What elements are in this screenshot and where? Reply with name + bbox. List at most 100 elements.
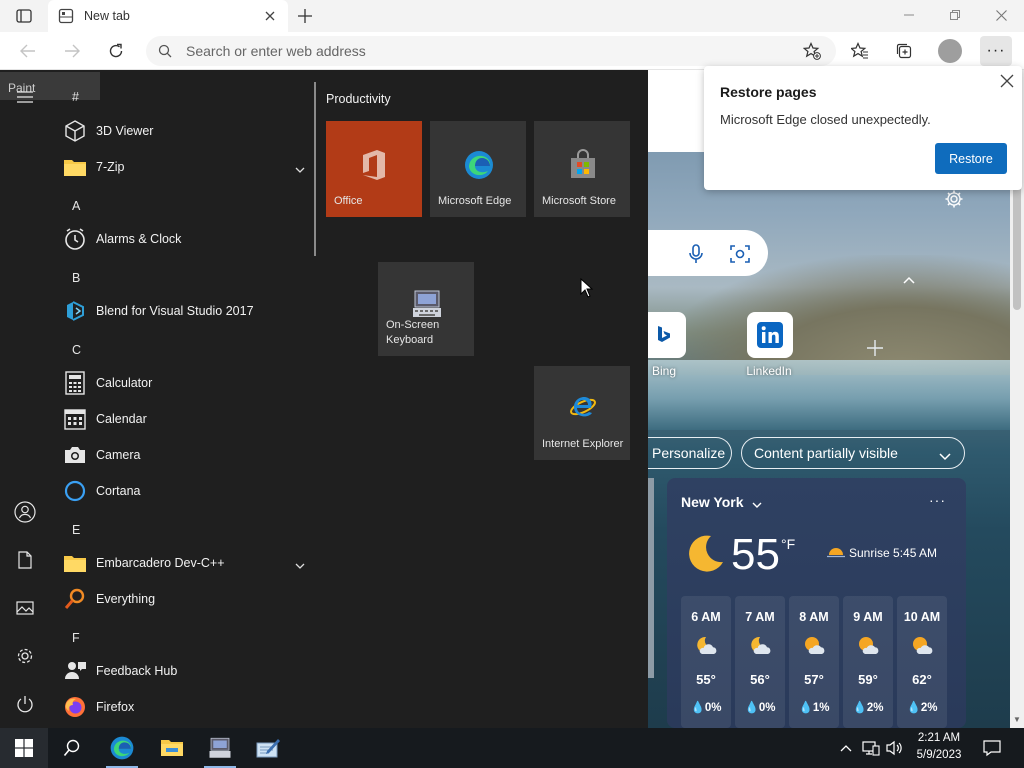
volume-icon[interactable] (884, 728, 906, 768)
taskbar-edge-icon[interactable] (100, 728, 144, 768)
app-label: Cortana (96, 484, 141, 498)
app-camera[interactable]: Camera (60, 438, 308, 472)
pictures-icon[interactable] (12, 595, 38, 621)
app-calendar[interactable]: Calendar (60, 402, 308, 436)
hourly-forecast-item[interactable]: 10 AM 62° 💧2% (897, 596, 947, 728)
restore-window-icon[interactable] (932, 0, 978, 30)
user-account-icon[interactable] (12, 499, 38, 525)
profile-avatar[interactable] (938, 39, 962, 63)
hamburger-menu-icon[interactable] (12, 84, 38, 110)
close-tab-icon[interactable] (258, 4, 282, 28)
section-letter[interactable]: E (72, 523, 80, 537)
weather-more-icon[interactable]: ··· (929, 492, 946, 508)
folder-icon (60, 548, 90, 578)
address-bar[interactable] (146, 36, 836, 66)
refresh-icon[interactable] (102, 38, 130, 64)
taskbar-notepad-icon[interactable] (246, 728, 290, 768)
quick-link-linkedin[interactable] (747, 312, 793, 358)
add-quick-link-plus-icon[interactable] (862, 338, 888, 364)
action-center-notifications-icon[interactable] (978, 728, 1006, 768)
cortana-icon (60, 476, 90, 506)
news-card-edge[interactable] (648, 478, 654, 678)
close-dialog-icon[interactable] (1000, 74, 1016, 90)
documents-icon[interactable] (12, 547, 38, 573)
expand-chevron-icon[interactable] (294, 162, 308, 173)
partly-sunny-icon (910, 634, 934, 656)
app-calculator[interactable]: Calculator (60, 366, 308, 400)
app-alarms-clock[interactable]: Alarms & Clock (60, 222, 308, 256)
start-button-windows-icon[interactable] (0, 728, 48, 768)
voice-search-mic-icon[interactable] (686, 243, 706, 265)
add-favorite-star-icon[interactable] (798, 38, 826, 64)
restore-pages-dialog: Restore pages Microsoft Edge closed unex… (704, 66, 1022, 190)
taskbar-on-screen-keyboard-icon[interactable] (198, 728, 242, 768)
power-icon[interactable] (12, 691, 38, 717)
expand-chevron-icon[interactable] (294, 558, 308, 569)
app-feedback-hub[interactable]: Feedback Hub (60, 654, 308, 688)
taskbar-clock[interactable]: 2:21 AM 5/9/2023 (908, 730, 970, 764)
collections-icon[interactable] (890, 38, 918, 64)
hourly-forecast-item[interactable]: 6 AM 55° 💧0% (681, 596, 731, 728)
feedback-icon (60, 656, 90, 686)
taskbar-file-explorer-icon[interactable] (150, 728, 194, 768)
chevron-down-icon[interactable] (751, 498, 763, 508)
clock-icon (60, 224, 90, 254)
tile-on-screen-keyboard[interactable]: On-Screen Keyboard (378, 262, 474, 356)
office-icon (359, 149, 389, 181)
show-hidden-icons-chevron-up-icon[interactable] (836, 728, 856, 768)
weather-city[interactable]: New York (681, 494, 744, 510)
app-label: Everything (96, 592, 156, 606)
app-list-scrollbar[interactable] (314, 82, 316, 256)
app-7-zip[interactable]: 7-Zip (60, 150, 308, 184)
content-visibility-dropdown[interactable]: Content partially visible (741, 437, 965, 469)
scroll-down-icon[interactable]: ▼ (1010, 712, 1024, 726)
tab-new-tab[interactable]: New tab (48, 0, 288, 32)
back-arrow-icon[interactable] (14, 38, 42, 64)
app-label: Embarcadero Dev-C++ (96, 556, 225, 570)
restore-button[interactable]: Restore (935, 143, 1007, 174)
hourly-forecast-item[interactable]: 8 AM 57° 💧1% (789, 596, 839, 728)
network-icon[interactable] (860, 728, 882, 768)
taskbar-search-icon[interactable] (50, 728, 94, 768)
personalize-label: Personalize (652, 445, 726, 461)
page-settings-gear-icon[interactable] (944, 189, 966, 211)
address-input[interactable] (186, 43, 766, 59)
collapse-chevron-up-icon[interactable] (900, 274, 918, 288)
section-letter[interactable]: C (72, 343, 81, 357)
hourly-forecast-item[interactable]: 9 AM 59° 💧2% (843, 596, 893, 728)
tile-microsoft-store[interactable]: Microsoft Store (534, 121, 630, 217)
hour-time: 8 AM (799, 610, 829, 624)
section-letter[interactable]: A (72, 199, 80, 213)
visual-search-camera-icon[interactable] (729, 243, 751, 265)
section-letter[interactable]: B (72, 271, 80, 285)
app-label: 3D Viewer (96, 124, 154, 138)
app-3d-viewer[interactable]: 3D Viewer (60, 114, 308, 148)
tile-label: On-Screen Keyboard (386, 319, 440, 346)
clock-time: 2:21 AM (917, 732, 961, 744)
app-cortana[interactable]: Cortana (60, 474, 308, 508)
calendar-icon (60, 404, 90, 434)
tile-office[interactable]: Office (326, 121, 422, 217)
app-blend-visual-studio[interactable]: Blend for Visual Studio 2017 (60, 294, 308, 328)
app-embarcadero-dev-cpp[interactable]: Embarcadero Dev-C++ (60, 546, 308, 580)
new-tab-plus-icon[interactable] (292, 4, 318, 28)
tile-internet-explorer[interactable]: Internet Explorer (534, 366, 630, 460)
app-firefox[interactable]: Firefox (60, 690, 308, 724)
section-letter[interactable]: # (72, 90, 79, 104)
more-options-icon[interactable]: ··· (980, 36, 1012, 66)
close-window-icon[interactable] (978, 0, 1024, 30)
section-letter[interactable]: F (72, 631, 80, 645)
favorites-icon[interactable] (846, 38, 874, 64)
tab-actions-icon[interactable] (10, 6, 38, 26)
tile-microsoft-edge[interactable]: Microsoft Edge (430, 121, 526, 217)
current-temperature: 55 (731, 530, 780, 579)
hourly-forecast-item[interactable]: 7 AM 56° 💧0% (735, 596, 785, 728)
tile-label: Microsoft Store (542, 195, 616, 207)
personalize-button[interactable]: Personalize (640, 437, 732, 469)
tile-group-title[interactable]: Productivity (326, 92, 391, 106)
minimize-icon[interactable] (886, 0, 932, 30)
settings-gear-icon[interactable] (12, 643, 38, 669)
weather-card[interactable]: New York ··· 55 °F Sunrise 5:45 AM 6 AM … (667, 478, 966, 728)
app-everything[interactable]: Everything (60, 582, 308, 616)
forward-arrow-icon[interactable] (58, 38, 86, 64)
